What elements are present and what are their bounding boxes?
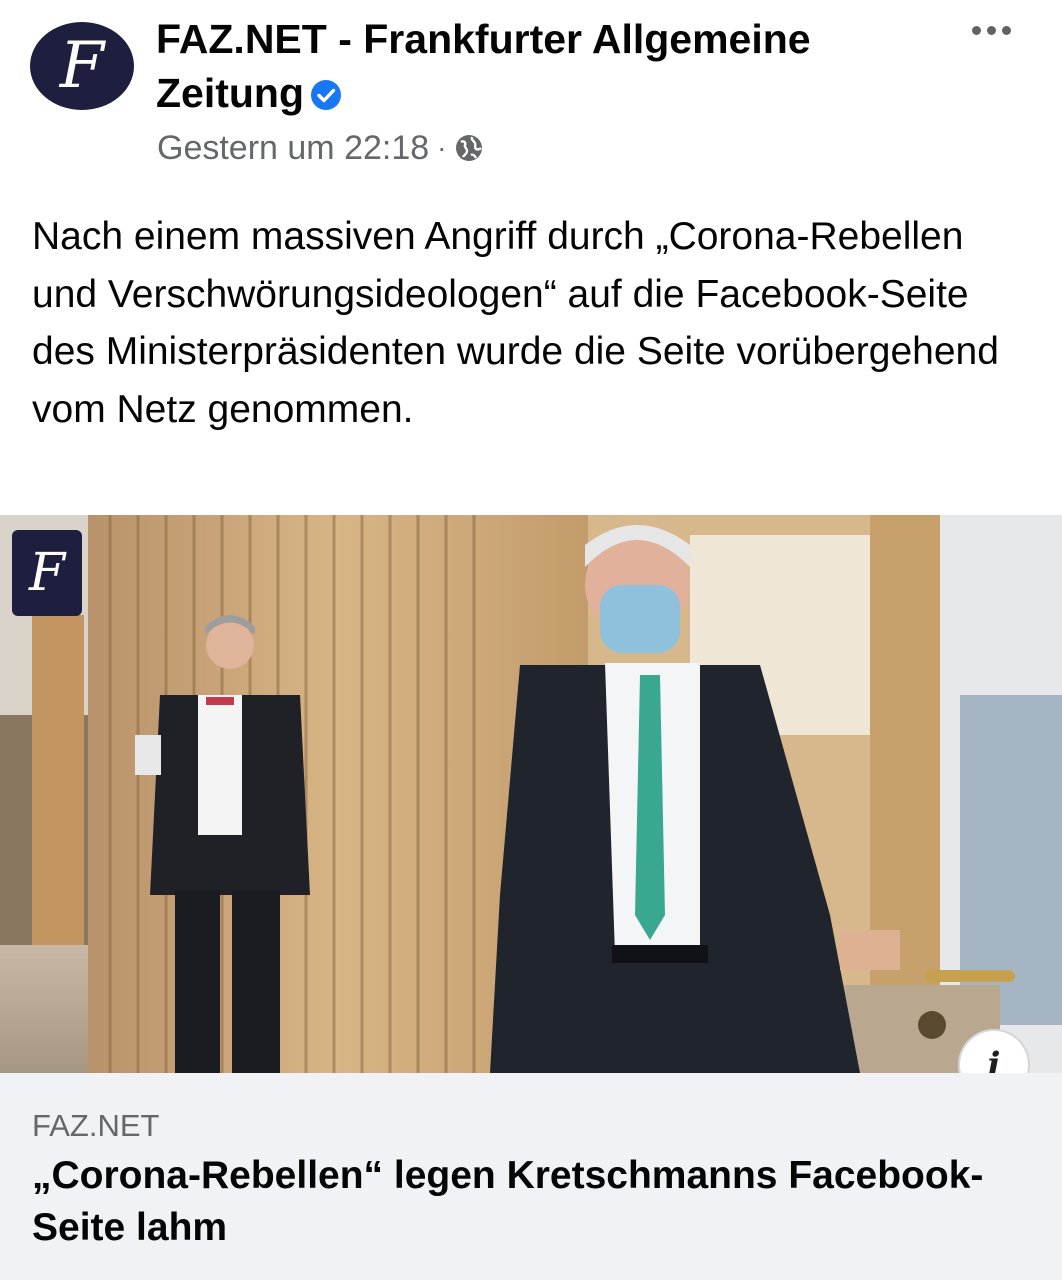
page-name[interactable]: FAZ.NET - Frankfurter Allgemeine Zeitung [156, 16, 811, 116]
globe-icon[interactable] [454, 133, 484, 163]
more-dot [1002, 25, 1011, 35]
meta-separator: · [437, 132, 447, 163]
verified-badge-icon [311, 80, 342, 110]
page-name-link[interactable]: FAZ.NET - Frankfurter Allgemeine Zeitung [156, 12, 916, 120]
post-meta: Gestern um 22:18 · [157, 126, 484, 170]
more-dot [972, 25, 981, 35]
link-title[interactable]: „Corona-Rebellen“ legen Kretschmanns Fac… [32, 1150, 992, 1254]
more-dot [987, 25, 996, 35]
link-domain: FAZ.NET [32, 1108, 160, 1143]
link-preview-footer[interactable]: FAZ.NET „Corona-Rebellen“ legen Kretschm… [0, 1073, 1062, 1280]
faz-watermark-badge: F [12, 530, 82, 616]
faz-logo-glyph: F [59, 29, 105, 103]
faz-logo-glyph: F [28, 543, 66, 603]
page-avatar[interactable]: F [30, 22, 134, 110]
more-options-icon[interactable] [972, 20, 1018, 40]
post-timestamp[interactable]: Gestern um 22:18 [157, 126, 429, 170]
post-text: Nach einem massiven Angriff durch „Coron… [32, 215, 999, 431]
post-header: F FAZ.NET - Frankfurter Allgemeine Zeitu… [0, 0, 1062, 190]
link-preview-image[interactable]: F i [0, 515, 1062, 1073]
press-photo [0, 515, 1062, 1073]
